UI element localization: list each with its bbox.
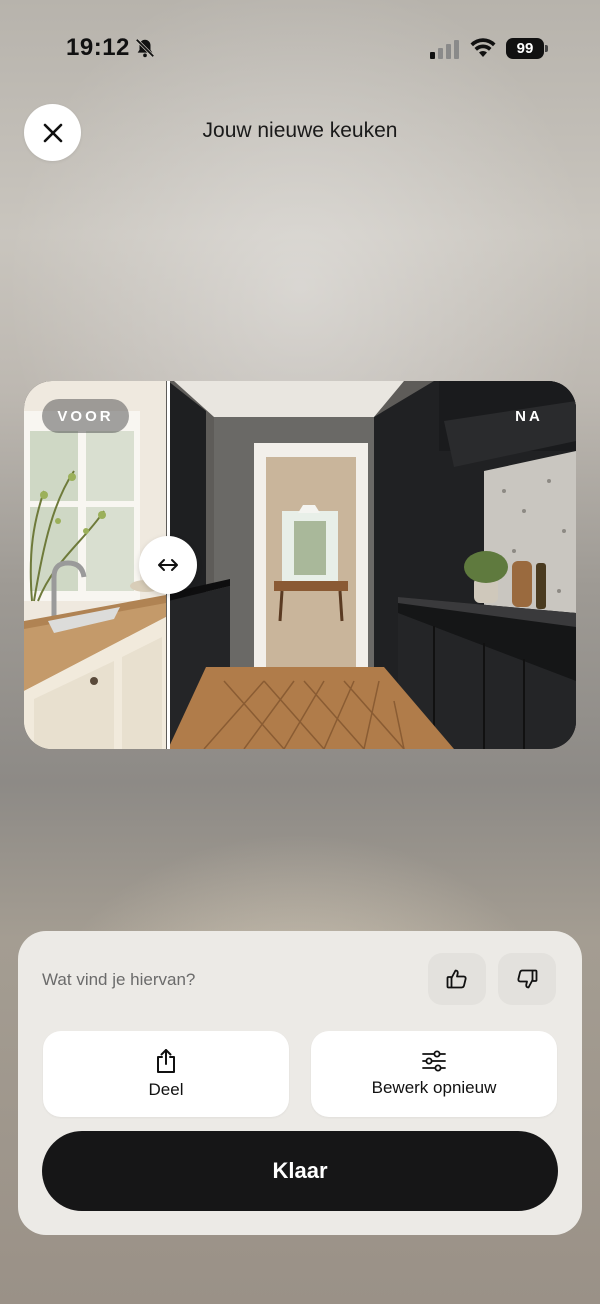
page-title: Jouw nieuwe keuken	[202, 119, 398, 142]
sliders-icon	[422, 1050, 446, 1072]
bell-slash-icon	[135, 38, 155, 58]
result-actions-sheet: Wat vind je hiervan? Deel Bewerk opnieuw…	[18, 931, 582, 1235]
before-label: VOOR	[42, 399, 129, 433]
thumbs-up-icon	[446, 969, 467, 989]
edit-again-label: Bewerk opnieuw	[371, 1078, 497, 1097]
left-right-arrows-icon	[158, 559, 178, 571]
comparison-slider-handle[interactable]	[139, 536, 197, 594]
wifi-icon	[470, 38, 496, 57]
dislike-button[interactable]	[498, 953, 556, 1005]
like-button[interactable]	[428, 953, 486, 1005]
edit-again-button[interactable]: Bewerk opnieuw	[311, 1031, 557, 1117]
before-after-comparison[interactable]: VOOR NA	[24, 381, 576, 749]
battery-level: 99	[516, 40, 534, 57]
battery-icon: 99	[506, 38, 548, 59]
feedback-question: Wat vind je hiervan?	[42, 970, 196, 989]
status-bar: 19:12 99	[0, 0, 600, 96]
after-label: NA	[515, 407, 543, 425]
share-icon	[157, 1049, 175, 1073]
share-label: Deel	[148, 1080, 184, 1099]
share-button[interactable]: Deel	[43, 1031, 289, 1117]
cellular-signal-icon	[430, 40, 459, 59]
done-button[interactable]: Klaar	[42, 1131, 558, 1211]
status-time: 19:12	[66, 34, 130, 61]
thumbs-down-icon	[517, 969, 538, 989]
